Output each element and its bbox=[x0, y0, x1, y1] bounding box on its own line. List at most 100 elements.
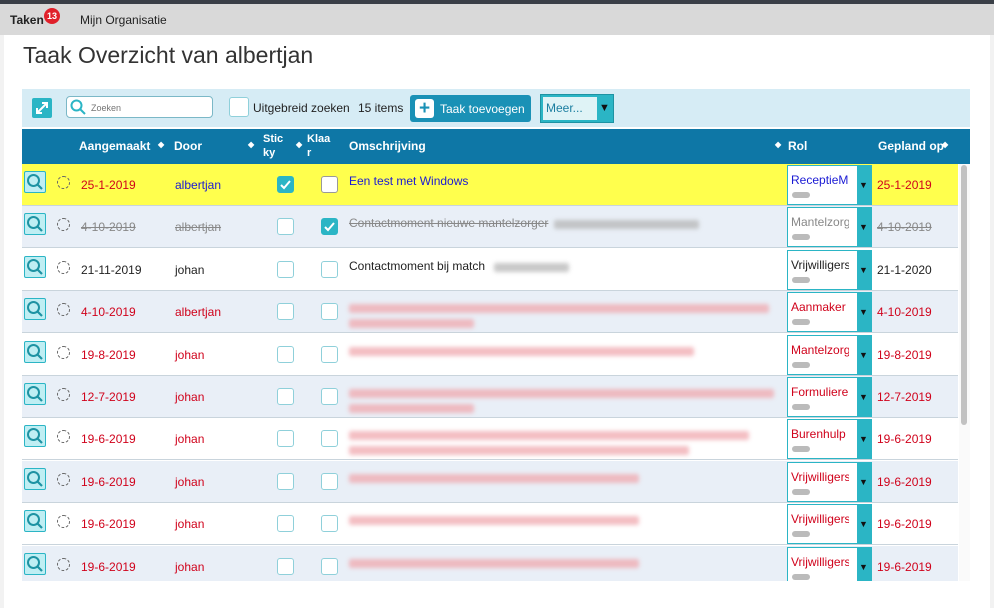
sort-arrows-icon[interactable]: ◆ bbox=[296, 140, 302, 149]
role-dropdown-toggle[interactable]: ▼ bbox=[857, 334, 872, 375]
sticky-checkbox[interactable] bbox=[277, 345, 294, 363]
created-date: 25-1-2019 bbox=[81, 178, 136, 192]
open-task-button[interactable] bbox=[24, 383, 46, 405]
created-date: 19-8-2019 bbox=[81, 347, 136, 362]
role-dropdown-toggle[interactable]: ▼ bbox=[857, 292, 872, 333]
task-description[interactable] bbox=[349, 471, 774, 489]
table-row[interactable]: 19-6-2019 johan Vrijwilligers ▼ 19-6-2019 bbox=[22, 545, 958, 581]
sort-arrows-icon[interactable]: ◆ bbox=[248, 140, 254, 149]
vertical-scrollbar[interactable] bbox=[959, 164, 970, 581]
open-task-button[interactable] bbox=[24, 552, 46, 575]
table-row[interactable]: 4-10-2019 albertjan Aanmaker ▼ 4-10-2019 bbox=[22, 291, 958, 334]
sticky-checkbox[interactable] bbox=[277, 303, 294, 321]
more-select[interactable]: Meer... ▼ bbox=[540, 94, 614, 123]
sort-arrows-icon[interactable]: ◆ bbox=[158, 140, 164, 149]
task-description[interactable] bbox=[349, 386, 774, 419]
done-checkbox[interactable] bbox=[321, 176, 338, 193]
header-rol[interactable]: Rol bbox=[788, 139, 807, 153]
sort-arrows-icon[interactable]: ◆ bbox=[775, 140, 781, 149]
sticky-checkbox[interactable] bbox=[277, 430, 294, 448]
role-select[interactable]: Burenhulp ▼ bbox=[787, 419, 872, 460]
open-task-button[interactable] bbox=[24, 255, 46, 278]
table-row[interactable]: 21-11-2019 johan Contactmoment bij match Vr… bbox=[22, 248, 958, 291]
table-row[interactable]: 19-6-2019 johan Vrijwilligers ▼ 19-6-2019 bbox=[22, 503, 958, 546]
triangle-down-icon: ▼ bbox=[859, 222, 868, 233]
triangle-down-icon: ▼ bbox=[859, 561, 868, 572]
done-checkbox[interactable] bbox=[321, 515, 338, 533]
role-dropdown-toggle[interactable]: ▼ bbox=[857, 504, 872, 545]
role-dropdown-toggle[interactable]: ▼ bbox=[857, 207, 872, 248]
role-select[interactable]: Formuliere ▼ bbox=[787, 377, 872, 417]
header-gepland[interactable]: Gepland op bbox=[878, 139, 944, 153]
scrollbar-thumb[interactable] bbox=[961, 165, 967, 425]
header-door[interactable]: Door bbox=[174, 139, 202, 153]
role-dropdown-toggle[interactable]: ▼ bbox=[857, 165, 872, 205]
done-checkbox[interactable] bbox=[321, 388, 338, 405]
role-dropdown-toggle[interactable]: ▼ bbox=[857, 377, 872, 417]
open-task-button[interactable] bbox=[24, 467, 46, 490]
sticky-checkbox[interactable] bbox=[277, 218, 294, 236]
task-description[interactable] bbox=[349, 301, 774, 334]
done-checkbox[interactable] bbox=[321, 345, 338, 363]
sticky-checkbox[interactable] bbox=[277, 515, 294, 533]
task-description[interactable] bbox=[349, 556, 774, 574]
tab-mijn-organisatie[interactable]: Mijn Organisatie bbox=[80, 13, 167, 27]
done-checkbox[interactable] bbox=[321, 303, 338, 321]
table-row[interactable]: 19-8-2019 johan Mantelzorg ▼ 19-8-2019 bbox=[22, 333, 958, 376]
triangle-down-icon: ▼ bbox=[859, 434, 868, 445]
open-task-button[interactable] bbox=[24, 213, 46, 236]
created-date: 4-10-2019 bbox=[81, 220, 136, 235]
open-task-button[interactable] bbox=[24, 340, 46, 363]
table-row[interactable]: 25-1-2019 albertjan Een test met Windows Re… bbox=[22, 164, 958, 206]
role-dropdown-toggle[interactable]: ▼ bbox=[857, 546, 872, 581]
role-select[interactable]: Vrijwilligers ▼ bbox=[787, 504, 872, 545]
done-checkbox[interactable] bbox=[321, 260, 338, 278]
table-row[interactable]: 19-6-2019 johan Vrijwilligers ▼ 19-6-2019 bbox=[22, 460, 958, 503]
role-select[interactable]: Vrijwilligers ▼ bbox=[787, 249, 872, 290]
table-row[interactable]: 12-7-2019 johan Formuliere ▼ 12-7-2019 bbox=[22, 376, 958, 418]
tab-taken[interactable]: Taken bbox=[10, 13, 44, 27]
role-select[interactable]: Vrijwilligers ▼ bbox=[787, 461, 872, 502]
header-aangemaakt[interactable]: Aangemaakt bbox=[79, 139, 150, 153]
open-task-button[interactable] bbox=[24, 510, 46, 533]
sticky-checkbox[interactable] bbox=[277, 176, 294, 193]
sticky-checkbox[interactable] bbox=[277, 472, 294, 490]
role-dropdown-toggle[interactable]: ▼ bbox=[857, 461, 872, 502]
header-omschrijving[interactable]: Omschrijving bbox=[349, 139, 426, 153]
sticky-checkbox[interactable] bbox=[277, 557, 294, 575]
table-row[interactable]: 19-6-2019 johan Burenhulp ▼ 19-6-2019 bbox=[22, 418, 958, 461]
role-select[interactable]: Mantelzorg ▼ bbox=[787, 207, 872, 248]
task-description[interactable]: Contactmoment nieuwe mantelzorger bbox=[349, 216, 774, 230]
role-select[interactable]: Aanmaker ▼ bbox=[787, 292, 872, 333]
task-description[interactable]: Een test met Windows bbox=[349, 174, 774, 188]
role-select[interactable]: Vrijwilligers ▼ bbox=[787, 546, 872, 581]
done-checkbox[interactable] bbox=[321, 430, 338, 448]
search-input[interactable] bbox=[89, 99, 211, 117]
task-description[interactable]: Contactmoment bij match bbox=[349, 259, 774, 273]
sticky-checkbox[interactable] bbox=[277, 388, 294, 405]
add-task-button[interactable]: + Taak toevoegen bbox=[410, 95, 531, 122]
magnifier-icon bbox=[27, 386, 43, 402]
sort-arrows-icon[interactable]: ◆ bbox=[942, 140, 948, 149]
header-sticky[interactable]: Stic ky bbox=[263, 132, 287, 160]
header-klaar[interactable]: Klaa r bbox=[307, 132, 330, 160]
role-select[interactable]: Mantelzorg ▼ bbox=[787, 334, 872, 375]
open-task-button[interactable] bbox=[24, 298, 46, 321]
done-checkbox[interactable] bbox=[321, 218, 338, 236]
task-description[interactable] bbox=[349, 428, 774, 461]
extended-search-checkbox[interactable] bbox=[229, 97, 249, 117]
expand-button[interactable] bbox=[32, 98, 52, 118]
task-description[interactable] bbox=[349, 513, 774, 531]
open-task-button[interactable] bbox=[24, 171, 46, 193]
grid-header: Aangemaakt ◆ Door ◆ Stic ky ◆ Klaa r Oms… bbox=[22, 129, 970, 164]
sticky-checkbox[interactable] bbox=[277, 260, 294, 278]
planned-date: 21-1-2020 bbox=[877, 262, 932, 277]
role-select[interactable]: ReceptieM ▼ bbox=[787, 165, 872, 205]
open-task-button[interactable] bbox=[24, 425, 46, 448]
table-row[interactable]: 4-10-2019 albertjan Contactmoment nieuwe m… bbox=[22, 206, 958, 249]
role-dropdown-toggle[interactable]: ▼ bbox=[857, 419, 872, 460]
task-description[interactable] bbox=[349, 344, 774, 362]
role-dropdown-toggle[interactable]: ▼ bbox=[857, 249, 872, 290]
done-checkbox[interactable] bbox=[321, 472, 338, 490]
done-checkbox[interactable] bbox=[321, 557, 338, 575]
